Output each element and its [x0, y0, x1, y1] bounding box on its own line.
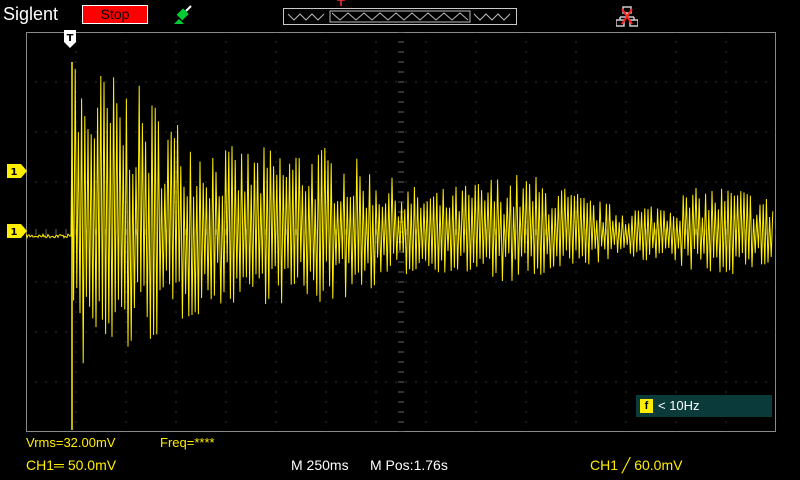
brand-logo: Siglent: [3, 4, 59, 24]
freq-measurement: Freq=****: [160, 435, 215, 450]
run-stop-indicator[interactable]: Stop: [82, 5, 148, 24]
horizontal-position[interactable]: M Pos:1.76s: [370, 457, 448, 473]
memory-waveform-icon: [287, 10, 511, 23]
memory-position-bar: [283, 8, 517, 25]
frequency-value: < 10Hz: [658, 398, 700, 413]
trigger-level-label: 1: [11, 167, 18, 178]
timebase[interactable]: M 250ms: [291, 457, 349, 473]
memory-trigger-marker-icon: [337, 0, 345, 6]
trigger-setting[interactable]: CH1 ╱ 60.0mV: [590, 457, 682, 474]
channel-1-trace: [26, 62, 774, 430]
trigger-level-marker[interactable]: 1: [7, 164, 29, 178]
channel-1-offset-marker[interactable]: 1: [7, 224, 29, 238]
probe-icon: [174, 5, 192, 24]
frequency-icon: f: [640, 399, 653, 413]
trigger-position-label: T: [67, 33, 74, 44]
top-bar: Siglent Stop: [0, 0, 800, 30]
frequency-counter: f < 10Hz: [636, 395, 772, 417]
channel-1-offset-label: 1: [11, 227, 18, 238]
ch1-scale[interactable]: CH1═ 50.0mV: [26, 457, 116, 473]
waveform-display[interactable]: [26, 32, 776, 432]
trigger-position-marker[interactable]: T: [64, 30, 76, 50]
network-icon: [616, 6, 638, 27]
vrms-measurement: Vrms=32.00mV: [26, 435, 116, 450]
